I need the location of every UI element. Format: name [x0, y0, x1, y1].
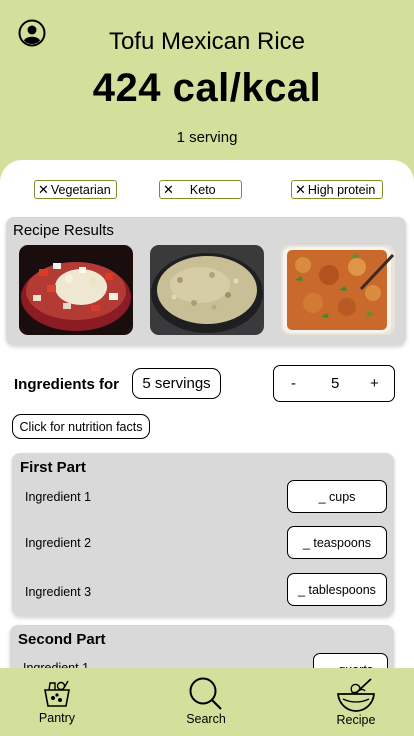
close-icon[interactable]: ✕ — [38, 182, 49, 198]
tag-label: Vegetarian — [50, 182, 111, 197]
nutrition-facts-button[interactable]: Click for nutrition facts — [12, 414, 150, 439]
nav-search[interactable]: Search — [166, 668, 246, 736]
calorie-count: 424 cal/kcal — [92, 66, 322, 110]
servings-count: 5 — [331, 375, 340, 392]
nav-label: Recipe — [336, 713, 376, 727]
ingredients-for-label: Ingredients for — [14, 376, 120, 393]
ingredient-group-first: First Part Ingredient 1 _ cups Ingredien… — [12, 453, 394, 616]
tag-keto[interactable]: ✕ Keto — [159, 180, 242, 199]
tag-vegetarian[interactable]: ✕ Vegetarian — [34, 180, 117, 199]
decrement-button[interactable]: - — [291, 375, 296, 392]
nav-label: Search — [186, 712, 226, 726]
ingredient-amount-input[interactable]: _ tablespoons — [287, 573, 387, 606]
ingredient-name: Ingredient 1 — [25, 490, 92, 504]
tag-label: Keto — [189, 182, 216, 197]
tag-label: High protein — [307, 182, 376, 197]
grocery-bag-icon — [40, 678, 74, 711]
nav-pantry[interactable]: Pantry — [17, 668, 97, 736]
part-title: Second Part — [18, 631, 106, 648]
serving-size: 1 serving — [176, 129, 238, 146]
servings-stepper: - 5 + — [273, 365, 395, 402]
recipe-content: ✕ Vegetarian ✕ Keto ✕ High protein Recip… — [0, 160, 414, 680]
tofu-veggie-pan-image[interactable] — [19, 245, 133, 335]
close-icon[interactable]: ✕ — [163, 182, 174, 198]
recipe-header: Tofu Mexican Rice 424 cal/kcal 1 serving — [0, 0, 414, 170]
recipe-title: Tofu Mexican Rice — [108, 28, 306, 55]
servings-selector[interactable]: 5 servings — [132, 368, 221, 399]
tag-high-protein[interactable]: ✕ High protein — [291, 180, 383, 199]
close-icon[interactable]: ✕ — [295, 182, 306, 198]
ingredient-name: Ingredient 3 — [25, 585, 92, 599]
increment-button[interactable]: + — [370, 375, 379, 392]
mixing-bowl-icon — [335, 676, 377, 717]
baked-casserole-image[interactable] — [281, 245, 395, 335]
recipe-results-panel: Recipe Results — [6, 217, 406, 345]
part-title: First Part — [20, 459, 86, 476]
ingredient-amount-input[interactable]: _ cups — [287, 480, 387, 513]
search-icon — [187, 676, 225, 715]
nav-recipe[interactable]: Recipe — [316, 668, 396, 736]
rice-skillet-image[interactable] — [150, 245, 264, 335]
ingredient-amount-input[interactable]: _ teaspoons — [287, 526, 387, 559]
ingredient-name: Ingredient 2 — [25, 536, 92, 550]
nav-label: Pantry — [38, 711, 76, 725]
recipe-results-title: Recipe Results — [13, 222, 114, 239]
bottom-navigation: Pantry Search Recipe — [0, 668, 414, 736]
